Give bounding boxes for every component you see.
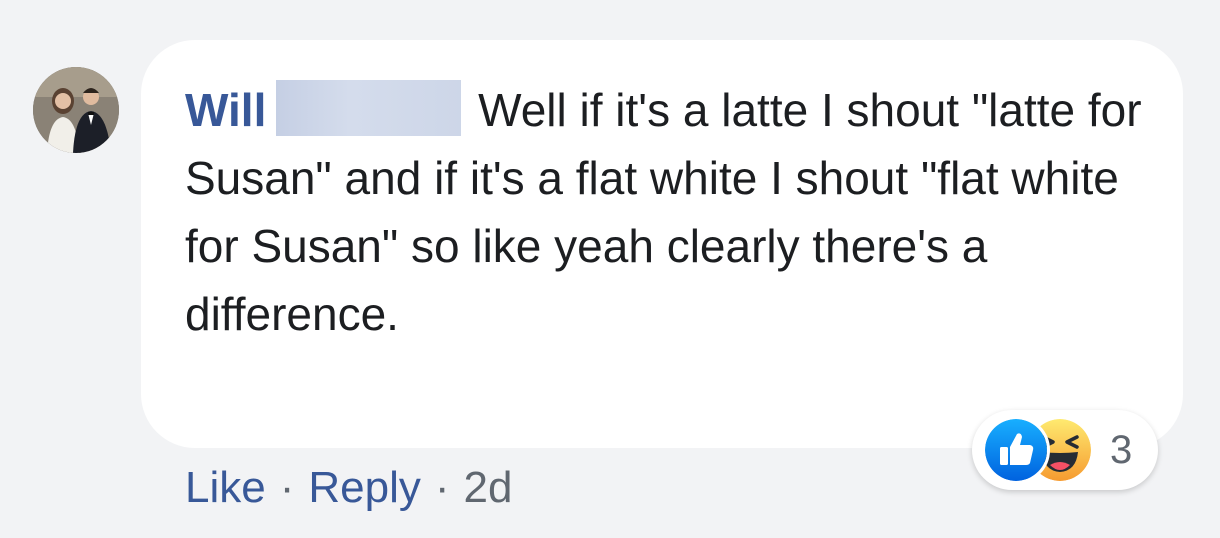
like-reaction-icon [982, 416, 1050, 484]
action-separator: · [279, 463, 295, 512]
comment-bubble: Will Well if it's a latte I shout "latte… [141, 40, 1183, 448]
action-separator: · [434, 463, 450, 512]
reactions-summary[interactable]: 3 [972, 410, 1159, 490]
redacted-surname [276, 80, 462, 136]
reaction-count: 3 [1110, 427, 1133, 472]
comment-timestamp[interactable]: 2d [464, 462, 513, 514]
author-name[interactable]: Will [185, 84, 266, 136]
comment-body: Will Well if it's a latte I shout "latte… [185, 76, 1145, 348]
avatar-photo [33, 67, 119, 153]
reply-link[interactable]: Reply [308, 462, 421, 514]
like-link[interactable]: Like [185, 462, 266, 514]
comment-actions: Like · Reply · 2d [185, 462, 512, 514]
avatar[interactable] [33, 67, 119, 153]
comment: Will Well if it's a latte I shout "latte… [0, 0, 1220, 538]
